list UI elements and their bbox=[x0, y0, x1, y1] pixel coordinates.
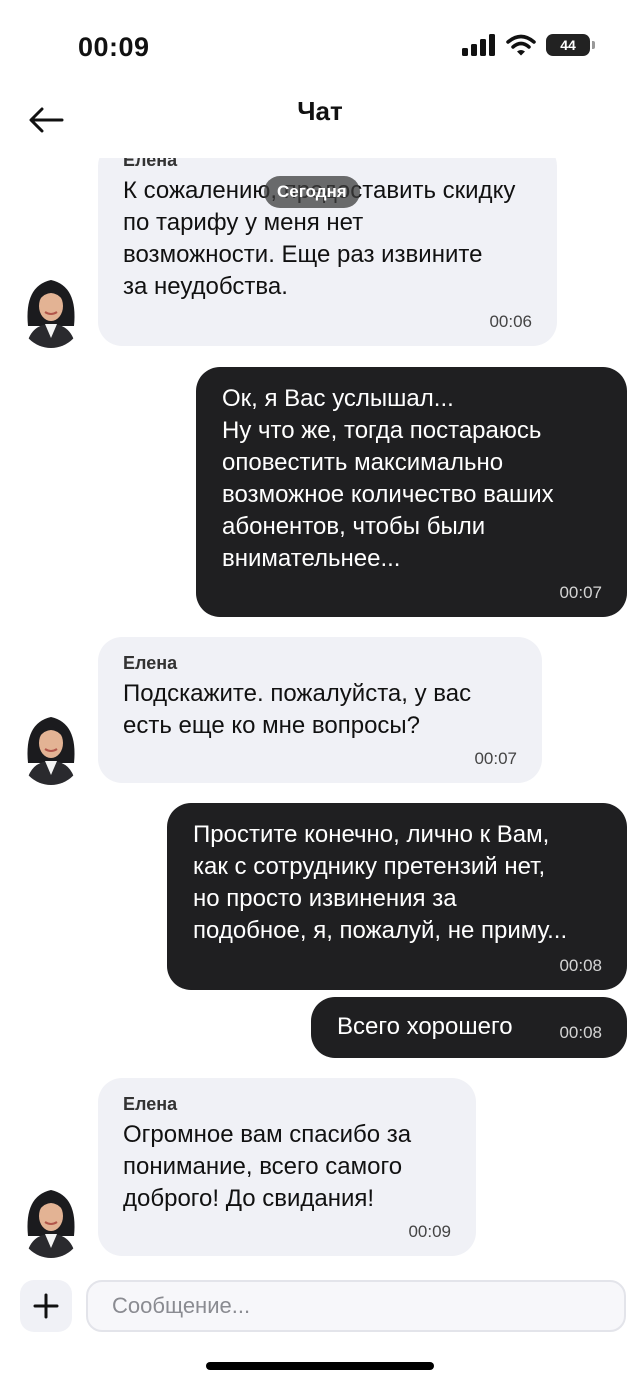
signal-icon bbox=[462, 34, 495, 56]
home-indicator bbox=[206, 1362, 434, 1370]
message-time: 00:08 bbox=[559, 1023, 602, 1042]
message-input[interactable] bbox=[86, 1280, 626, 1332]
message-time: 00:08 bbox=[559, 956, 602, 975]
message-text: Подскажите. пожалуйста, у вас есть еще к… bbox=[123, 680, 472, 739]
wifi-icon bbox=[506, 34, 536, 56]
avatar bbox=[20, 276, 82, 348]
date-divider: Сегодня bbox=[264, 176, 360, 208]
message-text: Простите конечно, лично к Вам, как с сот… bbox=[193, 821, 568, 944]
message-composer bbox=[0, 1268, 640, 1388]
outgoing-message[interactable]: Простите конечно, лично к Вам, как с сот… bbox=[167, 803, 627, 990]
status-icons: 44 bbox=[462, 34, 595, 56]
outgoing-message[interactable]: Всего хорошего 00:08 bbox=[311, 997, 627, 1058]
plus-icon bbox=[33, 1293, 59, 1319]
message-sender: Елена bbox=[123, 653, 178, 673]
incoming-message[interactable]: Елена Подскажите. пожалуйста, у вас есть… bbox=[98, 637, 542, 783]
message-text: Огромное вам спасибо за понимание, всего… bbox=[123, 1121, 412, 1212]
avatar bbox=[20, 1186, 82, 1258]
outgoing-message[interactable]: Ок, я Вас услышал... Ну что же, тогда по… bbox=[196, 367, 627, 617]
message-list[interactable]: Сегодня Елена К сожалению, предоставить … bbox=[0, 158, 640, 1268]
attach-button[interactable] bbox=[20, 1280, 72, 1332]
message-sender: Елена bbox=[123, 158, 178, 170]
page-title: Чат bbox=[297, 96, 343, 126]
agent-photo-icon bbox=[26, 717, 76, 785]
status-time: 00:09 bbox=[78, 32, 150, 62]
incoming-message[interactable]: Елена Огромное вам спасибо за понимание,… bbox=[98, 1078, 476, 1256]
avatar bbox=[20, 713, 82, 785]
message-time: 00:06 bbox=[489, 312, 532, 331]
agent-photo-icon bbox=[26, 1190, 76, 1258]
message-text: Ок, я Вас услышал... Ну что же, тогда по… bbox=[222, 385, 554, 572]
message-time: 00:07 bbox=[474, 749, 517, 768]
agent-photo-icon bbox=[26, 280, 76, 348]
message-sender: Елена bbox=[123, 1094, 178, 1114]
chat-header: Чат bbox=[0, 80, 640, 158]
message-layer: Сегодня Елена К сожалению, предоставить … bbox=[0, 158, 640, 1268]
message-time: 00:07 bbox=[559, 583, 602, 602]
battery-icon: 44 bbox=[546, 34, 595, 56]
message-time: 00:09 bbox=[408, 1222, 451, 1241]
battery-level: 44 bbox=[560, 37, 576, 53]
